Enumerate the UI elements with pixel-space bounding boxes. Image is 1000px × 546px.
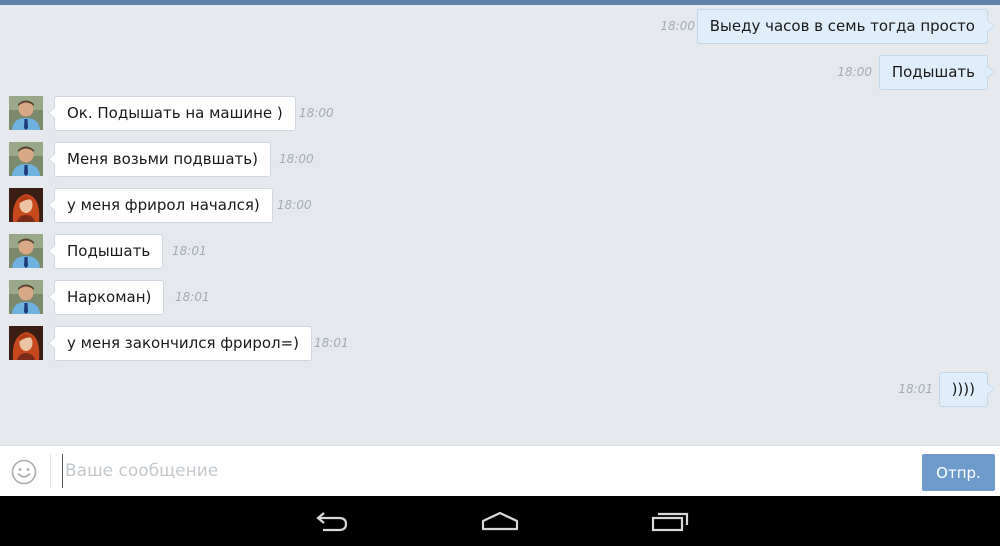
message-composer: Отпр.	[0, 445, 1000, 496]
outgoing-message-bubble[interactable]: ))))	[938, 372, 996, 407]
message-row: у меня фрирол начался) 18:00	[0, 188, 1000, 224]
message-row: Наркоман) 18:01	[0, 280, 1000, 316]
composer-divider	[50, 454, 51, 488]
message-row: Подышать 18:01	[0, 234, 1000, 270]
message-row: Ок. Подышать на машине ) 18:00	[0, 96, 1000, 132]
outgoing-message-bubble[interactable]: Выеду часов в семь тогда просто	[696, 9, 996, 44]
message-time: 18:00	[837, 65, 872, 79]
smiley-icon[interactable]	[10, 458, 38, 486]
message-row: 18:00 Подышать	[0, 55, 1000, 91]
incoming-message-bubble[interactable]: у меня фрирол начался)	[48, 188, 273, 223]
message-time: 18:00	[277, 198, 312, 212]
avatar-man-tie[interactable]	[9, 142, 43, 176]
avatar-man-tie[interactable]	[9, 234, 43, 268]
message-list[interactable]: 18:00 Выеду часов в семь тогда просто 18…	[0, 5, 1000, 445]
message-row: Меня возьми подвшать) 18:00	[0, 142, 1000, 178]
recent-apps-icon[interactable]	[650, 509, 690, 533]
incoming-message-bubble[interactable]: Меня возьми подвшать)	[48, 142, 271, 177]
avatar-redhead[interactable]	[9, 188, 43, 222]
message-row: 18:00 Выеду часов в семь тогда просто	[0, 9, 1000, 45]
avatar-man-tie[interactable]	[9, 96, 43, 130]
incoming-message-bubble[interactable]: Подышать	[47, 234, 164, 269]
message-time: 18:00	[299, 106, 334, 120]
incoming-message-bubble[interactable]: Ок. Подышать на машине )	[48, 96, 296, 131]
send-button[interactable]: Отпр.	[922, 454, 995, 491]
incoming-message-bubble[interactable]: Наркоман)	[47, 280, 165, 315]
message-time: 18:00	[279, 152, 314, 166]
message-time: 18:01	[175, 290, 210, 304]
message-time: 18:01	[172, 244, 207, 258]
system-navigation-bar	[0, 496, 1000, 546]
avatar-man-tie[interactable]	[9, 280, 43, 314]
incoming-message-bubble[interactable]: у меня закончился фрирол=)	[47, 326, 313, 361]
message-row: 18:01 ))))	[0, 372, 1000, 408]
message-time: 18:00	[660, 19, 695, 33]
message-input[interactable]	[62, 454, 902, 488]
outgoing-message-bubble[interactable]: Подышать	[878, 55, 996, 90]
avatar-redhead[interactable]	[9, 326, 43, 360]
message-row: у меня закончился фрирол=) 18:01	[0, 326, 1000, 362]
message-time: 18:01	[314, 336, 349, 350]
home-icon[interactable]	[480, 509, 520, 533]
back-icon[interactable]	[311, 509, 351, 533]
message-time: 18:01	[898, 382, 933, 396]
